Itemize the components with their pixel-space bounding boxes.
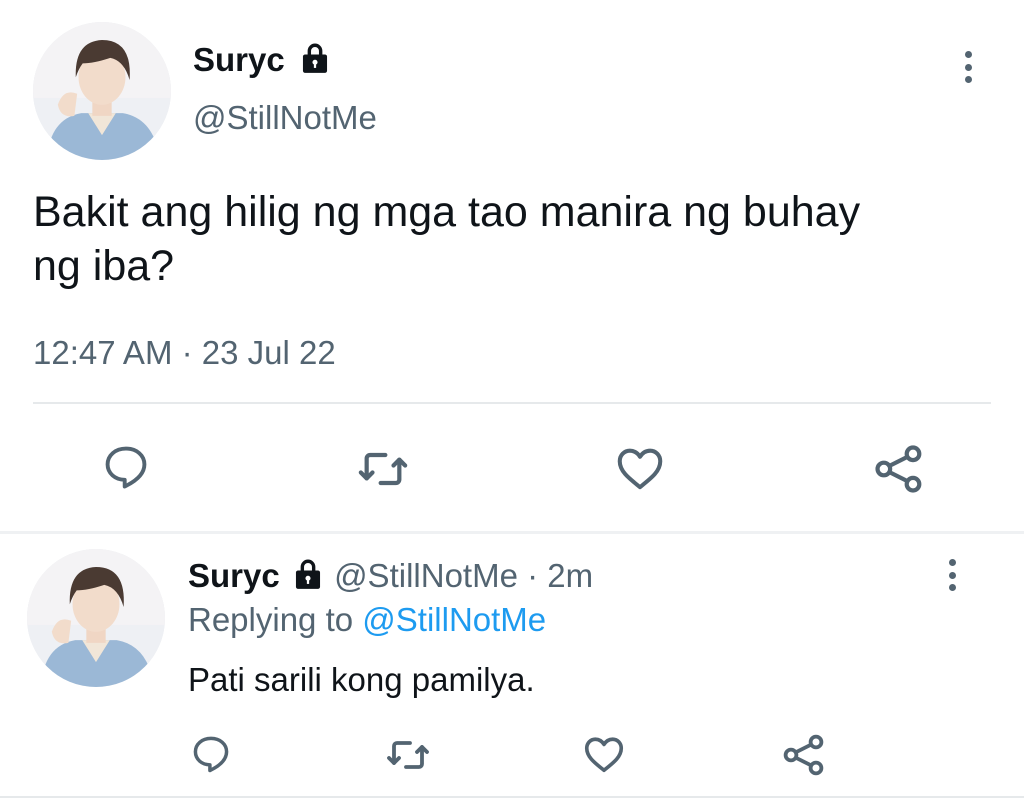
bottom-divider [0,796,1024,798]
more-options-icon[interactable] [964,51,972,83]
avatar-image [33,22,171,160]
tweet-text: Bakit ang hilig ng mga tao manira ng buh… [33,185,860,293]
lock-icon [302,43,327,73]
reply-user-handle[interactable]: @StillNotMe [334,557,518,594]
display-name-text: Suryc [193,41,285,78]
reply-text: Pati sarili kong pamilya. [188,661,535,698]
reply-header: Suryc @StillNotMe · 2m [188,556,593,596]
share-icon[interactable] [780,731,828,779]
reply-age[interactable]: 2m [547,557,593,594]
retweet-icon[interactable] [355,441,411,497]
avatar-image [27,549,165,687]
lock-icon [295,559,320,589]
reply-display-name[interactable]: Suryc [188,557,280,594]
replying-to-handle[interactable]: @StillNotMe [362,601,546,638]
like-icon[interactable] [581,731,627,777]
reply-header-separator: · [527,557,539,594]
replying-to-label: Replying to [188,601,354,638]
tweet-separator [0,531,1024,534]
display-name[interactable]: Suryc [193,40,332,80]
tweet-date: 23 Jul 22 [201,334,336,371]
tweet-text-line-1: Bakit ang hilig ng mga tao manira ng buh… [33,188,861,236]
retweet-icon[interactable] [384,731,432,779]
user-handle[interactable]: @StillNotMe [193,98,377,138]
reply-avatar[interactable] [27,549,165,687]
tweet-text-line-2: ng iba? [33,242,175,290]
tweet-time: 12:47 AM [33,334,173,371]
divider [33,402,991,404]
reply-icon[interactable] [189,732,233,776]
reply-icon[interactable] [100,441,152,493]
tweet-timestamp[interactable]: 12:47 AM · 23 Jul 22 [33,333,336,373]
replying-to: Replying to @StillNotMe [188,600,546,640]
reply-more-options-icon[interactable] [948,559,956,591]
avatar[interactable] [33,22,171,160]
timestamp-separator: · [181,334,193,371]
share-icon[interactable] [871,441,927,497]
like-icon[interactable] [613,441,667,495]
